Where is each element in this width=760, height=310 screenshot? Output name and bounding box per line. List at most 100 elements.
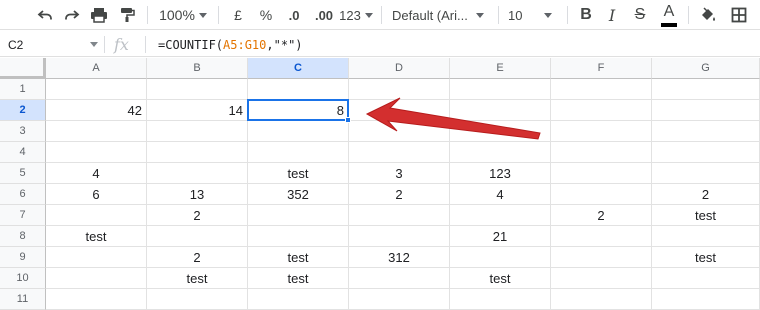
print-icon[interactable] <box>88 0 110 30</box>
cell-d4[interactable] <box>349 142 450 163</box>
decrease-decimal-button[interactable]: .0 <box>282 0 306 30</box>
strikethrough-button[interactable]: S <box>629 0 651 30</box>
cell-d10[interactable] <box>349 268 450 289</box>
cell-b2[interactable]: 14 <box>147 100 248 121</box>
cell-a6[interactable]: 6 <box>46 184 147 205</box>
cell-c4[interactable] <box>248 142 349 163</box>
cell-d7[interactable] <box>349 205 450 226</box>
cell-b1[interactable] <box>147 79 248 100</box>
row-header-1[interactable]: 1 <box>0 79 46 100</box>
text-color-button[interactable]: A <box>658 0 680 30</box>
font-family-select[interactable]: Default (Ari... <box>392 0 492 30</box>
cell-f10[interactable] <box>551 268 652 289</box>
cell-a2[interactable]: 42 <box>46 100 147 121</box>
cell-a9[interactable] <box>46 247 147 268</box>
cell-e6[interactable]: 4 <box>450 184 551 205</box>
column-header-f[interactable]: F <box>551 58 652 79</box>
column-header-d[interactable]: D <box>349 58 450 79</box>
cell-b7[interactable]: 2 <box>147 205 248 226</box>
cell-c11[interactable] <box>248 289 349 310</box>
cell-a4[interactable] <box>46 142 147 163</box>
cell-b9[interactable]: 2 <box>147 247 248 268</box>
cell-d2[interactable] <box>349 100 450 121</box>
cell-f11[interactable] <box>551 289 652 310</box>
row-header-9[interactable]: 9 <box>0 247 46 268</box>
font-size-select[interactable]: 10 <box>504 0 560 30</box>
cell-d9[interactable]: 312 <box>349 247 450 268</box>
paint-format-icon[interactable] <box>116 0 138 30</box>
cell-b4[interactable] <box>147 142 248 163</box>
cell-e3[interactable] <box>450 121 551 142</box>
cell-c3[interactable] <box>248 121 349 142</box>
cell-e9[interactable] <box>450 247 551 268</box>
borders-icon[interactable] <box>728 0 750 30</box>
cell-f5[interactable] <box>551 163 652 184</box>
cell-g5[interactable] <box>652 163 760 184</box>
column-header-c[interactable]: C <box>248 58 349 79</box>
cell-e10[interactable]: test <box>450 268 551 289</box>
cell-c9[interactable]: test <box>248 247 349 268</box>
row-header-7[interactable]: 7 <box>0 205 46 226</box>
cell-f4[interactable] <box>551 142 652 163</box>
fill-handle[interactable] <box>345 117 351 123</box>
cell-b5[interactable] <box>147 163 248 184</box>
more-formats-button[interactable]: 123 <box>339 0 373 30</box>
cell-a3[interactable] <box>46 121 147 142</box>
fill-color-icon[interactable] <box>697 0 719 30</box>
cell-d11[interactable] <box>349 289 450 310</box>
column-header-e[interactable]: E <box>450 58 551 79</box>
cell-g2[interactable] <box>652 100 760 121</box>
cell-e4[interactable] <box>450 142 551 163</box>
cell-f3[interactable] <box>551 121 652 142</box>
cell-c2[interactable]: 8 <box>248 100 349 121</box>
cell-f8[interactable] <box>551 226 652 247</box>
cell-e1[interactable] <box>450 79 551 100</box>
row-header-4[interactable]: 4 <box>0 142 46 163</box>
select-all-corner[interactable] <box>0 58 46 79</box>
row-header-2[interactable]: 2 <box>0 100 46 121</box>
column-header-b[interactable]: B <box>147 58 248 79</box>
cell-g11[interactable] <box>652 289 760 310</box>
cell-e8[interactable]: 21 <box>450 226 551 247</box>
cell-g4[interactable] <box>652 142 760 163</box>
column-header-g[interactable]: G <box>652 58 760 79</box>
row-header-8[interactable]: 8 <box>0 226 46 247</box>
cell-a10[interactable] <box>46 268 147 289</box>
cell-f9[interactable] <box>551 247 652 268</box>
cell-g6[interactable]: 2 <box>652 184 760 205</box>
cell-b8[interactable] <box>147 226 248 247</box>
cell-f7[interactable]: 2 <box>551 205 652 226</box>
percent-button[interactable]: % <box>256 0 276 30</box>
cell-e7[interactable] <box>450 205 551 226</box>
cell-d1[interactable] <box>349 79 450 100</box>
cell-a11[interactable] <box>46 289 147 310</box>
cell-b10[interactable]: test <box>147 268 248 289</box>
formula-input[interactable]: =COUNTIF(A5:G10 ,"*") <box>158 32 303 57</box>
increase-decimal-button[interactable]: .00 <box>311 0 337 30</box>
cell-c8[interactable] <box>248 226 349 247</box>
cell-d6[interactable]: 2 <box>349 184 450 205</box>
cell-g9[interactable]: test <box>652 247 760 268</box>
row-header-11[interactable]: 11 <box>0 289 46 310</box>
cell-a8[interactable]: test <box>46 226 147 247</box>
cell-f2[interactable] <box>551 100 652 121</box>
column-header-a[interactable]: A <box>46 58 147 79</box>
undo-icon[interactable] <box>34 0 56 30</box>
cell-e2[interactable] <box>450 100 551 121</box>
cell-f1[interactable] <box>551 79 652 100</box>
currency-button[interactable]: £ <box>228 0 248 30</box>
cell-d5[interactable]: 3 <box>349 163 450 184</box>
cell-e11[interactable] <box>450 289 551 310</box>
cell-c10[interactable]: test <box>248 268 349 289</box>
italic-button[interactable]: I <box>601 0 623 30</box>
cell-b6[interactable]: 13 <box>147 184 248 205</box>
row-header-10[interactable]: 10 <box>0 268 46 289</box>
redo-icon[interactable] <box>61 0 83 30</box>
zoom-select[interactable]: 100% <box>158 0 208 30</box>
cell-f6[interactable] <box>551 184 652 205</box>
cell-a5[interactable]: 4 <box>46 163 147 184</box>
cell-a7[interactable] <box>46 205 147 226</box>
row-header-5[interactable]: 5 <box>0 163 46 184</box>
cell-c1[interactable] <box>248 79 349 100</box>
name-box[interactable]: C2 <box>0 32 104 57</box>
